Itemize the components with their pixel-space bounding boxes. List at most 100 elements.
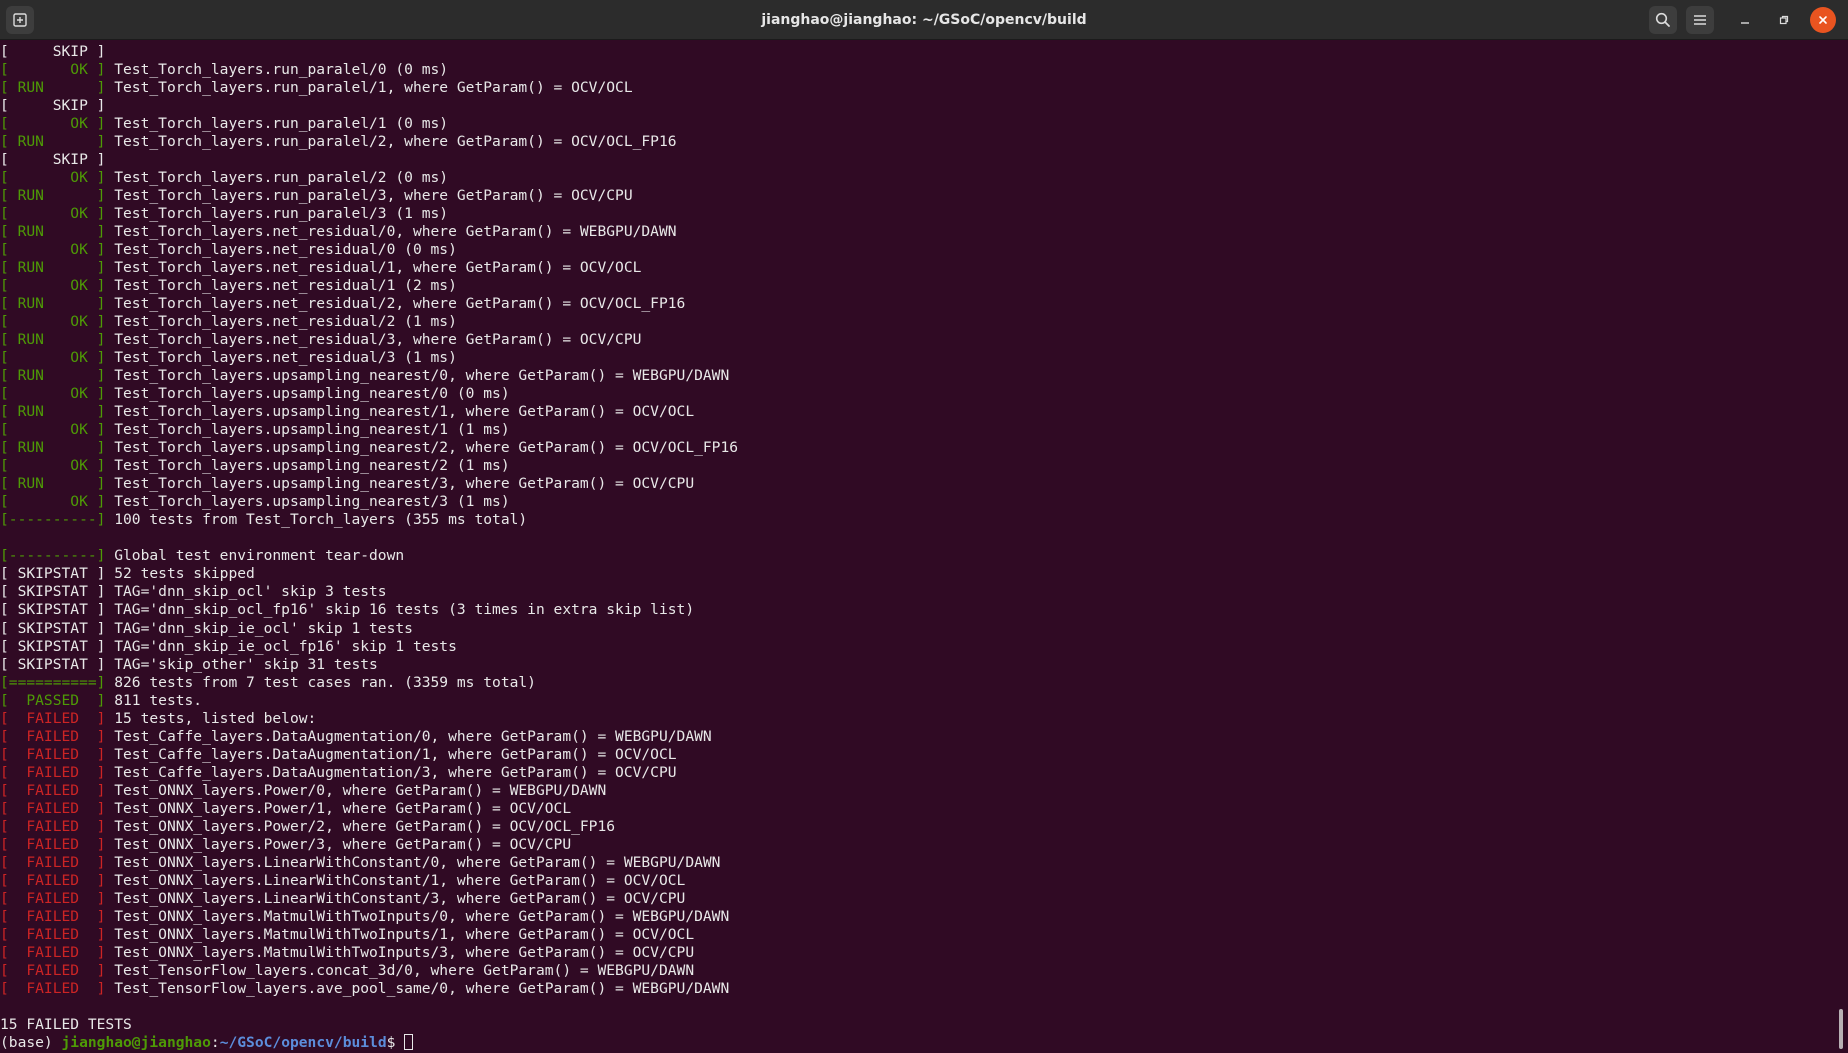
line-text: Test_Torch_layers.run_paralel/0 (0 ms) bbox=[105, 61, 449, 79]
status-tag: [ OK ] bbox=[0, 349, 106, 367]
line-text: 811 tests. bbox=[105, 691, 203, 709]
status-tag: [ OK ] bbox=[0, 313, 106, 331]
terminal-line: [ FAILED ] Test_ONNX_layers.Power/0, whe… bbox=[0, 782, 1830, 800]
status-tag: [ RUN ] bbox=[0, 439, 106, 457]
line-text: Test_ONNX_layers.MatmulWithTwoInputs/3, … bbox=[105, 943, 695, 961]
terminal-line: [ SKIP ] bbox=[0, 43, 1830, 61]
status-tag: [ FAILED ] bbox=[0, 925, 106, 943]
maximize-icon bbox=[1779, 15, 1789, 25]
terminal-line: [ RUN ] Test_Torch_layers.run_paralel/1,… bbox=[0, 79, 1830, 97]
shell-prompt[interactable]: (base) jianghao@jianghao:~/GSoC/opencv/b… bbox=[0, 1033, 1830, 1052]
search-icon bbox=[1655, 12, 1670, 27]
status-tag: [ RUN ] bbox=[0, 79, 106, 97]
line-text: Test_ONNX_layers.MatmulWithTwoInputs/0, … bbox=[105, 907, 730, 925]
status-tag: [ OK ] bbox=[0, 241, 106, 259]
line-text: Global test environment tear-down bbox=[105, 547, 405, 565]
minimize-button[interactable] bbox=[1731, 6, 1759, 34]
terminal-line: [ SKIPSTAT ] TAG='dnn_skip_ie_ocl_fp16' … bbox=[0, 638, 1830, 656]
status-tag: [ SKIP ] bbox=[0, 151, 106, 169]
line-text: Test_ONNX_layers.LinearWithConstant/1, w… bbox=[105, 871, 686, 889]
status-tag: [ RUN ] bbox=[0, 259, 106, 277]
terminal-line: [ FAILED ] Test_ONNX_layers.Power/2, whe… bbox=[0, 818, 1830, 836]
terminal-line: [ FAILED ] Test_TensorFlow_layers.concat… bbox=[0, 962, 1830, 980]
terminal-output[interactable]: [ SKIP ][ OK ] Test_Torch_layers.run_par… bbox=[0, 43, 1830, 1053]
prompt-symbol: $ bbox=[386, 1033, 405, 1051]
status-tag: [ FAILED ] bbox=[0, 781, 106, 799]
status-tag: [ OK ] bbox=[0, 457, 106, 475]
status-tag: [ RUN ] bbox=[0, 331, 106, 349]
status-tag: [ SKIPSTAT ] bbox=[0, 601, 106, 619]
line-text: Test_Torch_layers.upsampling_nearest/1 (… bbox=[105, 421, 510, 439]
terminal-line: [ SKIPSTAT ] TAG='dnn_skip_ocl' skip 3 t… bbox=[0, 583, 1830, 601]
line-text: 15 tests, listed below: bbox=[105, 709, 317, 727]
line-text: Test_TensorFlow_layers.concat_3d/0, wher… bbox=[105, 961, 695, 979]
terminal-line: [ OK ] Test_Torch_layers.upsampling_near… bbox=[0, 457, 1830, 475]
prompt-user-host: jianghao@jianghao bbox=[61, 1033, 211, 1051]
prompt-path: ~/GSoC/opencv/build bbox=[219, 1033, 387, 1051]
terminal-line: [ RUN ] Test_Torch_layers.net_residual/0… bbox=[0, 223, 1830, 241]
line-text: Test_Caffe_layers.DataAugmentation/1, wh… bbox=[105, 745, 677, 763]
terminal-line: [----------] 100 tests from Test_Torch_l… bbox=[0, 511, 1830, 529]
hamburger-menu-icon bbox=[1694, 15, 1706, 25]
line-text: TAG='dnn_skip_ie_ocl' skip 1 tests bbox=[105, 619, 413, 637]
line-text: Test_Torch_layers.net_residual/0 (0 ms) bbox=[105, 241, 457, 259]
terminal-line: [ OK ] Test_Torch_layers.net_residual/2 … bbox=[0, 313, 1830, 331]
prompt-separator: : bbox=[210, 1033, 220, 1051]
terminal-line: [ RUN ] Test_Torch_layers.upsampling_nea… bbox=[0, 367, 1830, 385]
search-button[interactable] bbox=[1649, 6, 1677, 34]
terminal-line: [ SKIP ] bbox=[0, 97, 1830, 115]
terminal-line: [ RUN ] Test_Torch_layers.upsampling_nea… bbox=[0, 475, 1830, 493]
terminal-line: [ OK ] Test_Torch_layers.run_paralel/2 (… bbox=[0, 169, 1830, 187]
terminal-line: [ OK ] Test_Torch_layers.net_residual/1 … bbox=[0, 277, 1830, 295]
line-text: TAG='skip_other' skip 31 tests bbox=[105, 655, 378, 673]
line-text: Test_ONNX_layers.LinearWithConstant/0, w… bbox=[105, 853, 721, 871]
terminal-line: [ OK ] Test_Torch_layers.upsampling_near… bbox=[0, 385, 1830, 403]
line-text: Test_Torch_layers.run_paralel/2, where G… bbox=[105, 133, 677, 151]
line-text: TAG='dnn_skip_ocl' skip 3 tests bbox=[105, 583, 387, 601]
status-tag: [ FAILED ] bbox=[0, 745, 106, 763]
terminal-line: 15 FAILED TESTS bbox=[0, 1016, 1830, 1034]
status-tag: [----------] bbox=[0, 547, 106, 565]
line-text: Test_Torch_layers.net_residual/1 (2 ms) bbox=[105, 277, 457, 295]
terminal-line: [----------] Global test environment tea… bbox=[0, 547, 1830, 565]
maximize-button[interactable] bbox=[1770, 6, 1798, 34]
menu-button[interactable] bbox=[1686, 6, 1714, 34]
terminal-line: [ FAILED ] 15 tests, listed below: bbox=[0, 710, 1830, 728]
terminal-line: [ OK ] Test_Torch_layers.upsampling_near… bbox=[0, 421, 1830, 439]
line-text: Test_Torch_layers.net_residual/1, where … bbox=[105, 259, 642, 277]
conda-env: (base) bbox=[0, 1033, 62, 1051]
status-tag: [ OK ] bbox=[0, 277, 106, 295]
status-tag: [ OK ] bbox=[0, 493, 106, 511]
status-tag: [ RUN ] bbox=[0, 475, 106, 493]
line-text: Test_Torch_layers.upsampling_nearest/1, … bbox=[105, 403, 695, 421]
close-button[interactable] bbox=[1810, 7, 1836, 33]
terminal-line: [ SKIPSTAT ] 52 tests skipped bbox=[0, 565, 1830, 583]
line-text: Test_Torch_layers.net_residual/0, where … bbox=[105, 223, 677, 241]
status-tag: [ FAILED ] bbox=[0, 799, 106, 817]
terminal-line: [ OK ] Test_Torch_layers.net_residual/0 … bbox=[0, 241, 1830, 259]
terminal-scrollbar[interactable] bbox=[1839, 1009, 1843, 1049]
line-text: Test_Caffe_layers.DataAugmentation/0, wh… bbox=[105, 727, 712, 745]
terminal-line: [ FAILED ] Test_ONNX_layers.MatmulWithTw… bbox=[0, 908, 1830, 926]
status-tag: [ FAILED ] bbox=[0, 871, 106, 889]
terminal-line: [ RUN ] Test_Torch_layers.net_residual/1… bbox=[0, 259, 1830, 277]
terminal-line: [ FAILED ] Test_Caffe_layers.DataAugment… bbox=[0, 746, 1830, 764]
status-tag: [ FAILED ] bbox=[0, 961, 106, 979]
line-text: Test_Torch_layers.upsampling_nearest/2 (… bbox=[105, 457, 510, 475]
status-tag: [ OK ] bbox=[0, 115, 106, 133]
terminal-line: [ FAILED ] Test_ONNX_layers.LinearWithCo… bbox=[0, 854, 1830, 872]
terminal-line: [==========] 826 tests from 7 test cases… bbox=[0, 674, 1830, 692]
line-text: Test_Torch_layers.net_residual/3 (1 ms) bbox=[105, 349, 457, 367]
status-tag: [ OK ] bbox=[0, 61, 106, 79]
terminal-line: [ FAILED ] Test_ONNX_layers.LinearWithCo… bbox=[0, 890, 1830, 908]
line-text: Test_Torch_layers.run_paralel/1, where G… bbox=[105, 79, 633, 97]
line-text: Test_Torch_layers.upsampling_nearest/3, … bbox=[105, 475, 695, 493]
status-tag: [ FAILED ] bbox=[0, 979, 106, 997]
window-title: jianghao@jianghao: ~/GSoC/opencv/build bbox=[761, 12, 1087, 28]
terminal-line: [ FAILED ] Test_TensorFlow_layers.ave_po… bbox=[0, 980, 1830, 998]
line-text: Test_TensorFlow_layers.ave_pool_same/0, … bbox=[105, 979, 730, 997]
status-tag: [ FAILED ] bbox=[0, 817, 106, 835]
terminal-line: [ FAILED ] Test_Caffe_layers.DataAugment… bbox=[0, 764, 1830, 782]
